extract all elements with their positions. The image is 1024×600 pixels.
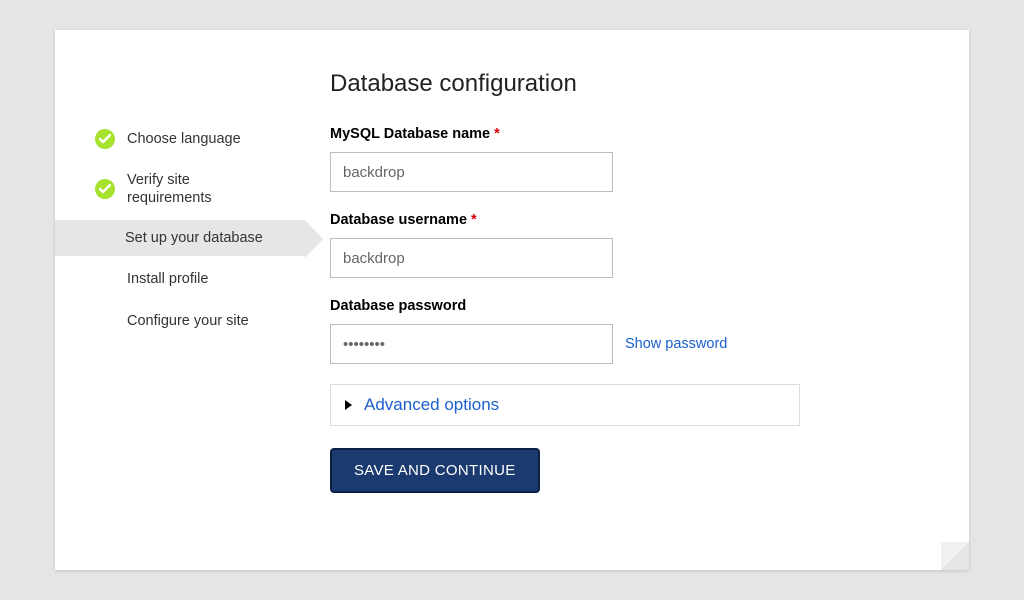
field-db-name: MySQL Database name *	[330, 126, 909, 192]
required-mark: *	[494, 126, 500, 142]
step-install-profile: Install profile	[85, 260, 305, 298]
field-db-username: Database username *	[330, 212, 909, 278]
save-and-continue-button[interactable]: SAVE AND CONTINUE	[330, 448, 540, 493]
check-icon	[95, 129, 115, 149]
step-set-up-database: Set up your database	[55, 220, 305, 256]
step-choose-language: Choose language	[85, 120, 305, 158]
step-configure-site: Configure your site	[85, 302, 305, 340]
page-title: Database configuration	[330, 70, 909, 98]
label-db-username: Database username *	[330, 212, 909, 228]
step-label: Install profile	[127, 270, 208, 288]
db-username-input[interactable]	[330, 238, 613, 278]
label-text: Database username	[330, 212, 467, 228]
chevron-right-icon	[345, 400, 352, 410]
installer-panel: Choose language Verify site requirements…	[55, 30, 969, 570]
check-icon	[95, 179, 115, 199]
advanced-options-label: Advanced options	[364, 395, 499, 415]
page-fold-decoration	[941, 542, 969, 570]
step-label: Choose language	[127, 130, 241, 148]
db-password-input[interactable]	[330, 324, 613, 364]
label-text: MySQL Database name	[330, 126, 490, 142]
field-db-password: Database password Show password	[330, 298, 909, 364]
db-name-input[interactable]	[330, 152, 613, 192]
installer-steps: Choose language Verify site requirements…	[55, 30, 305, 570]
label-db-name: MySQL Database name *	[330, 126, 909, 142]
advanced-options-toggle[interactable]: Advanced options	[330, 384, 800, 426]
main-content: Database configuration MySQL Database na…	[305, 30, 969, 570]
required-mark: *	[471, 212, 477, 228]
step-label: Configure your site	[127, 312, 249, 330]
step-label: Verify site requirements	[127, 171, 267, 207]
step-label: Set up your database	[125, 229, 263, 247]
show-password-link[interactable]: Show password	[625, 336, 727, 352]
label-db-password: Database password	[330, 298, 909, 314]
step-verify-requirements: Verify site requirements	[85, 162, 305, 216]
